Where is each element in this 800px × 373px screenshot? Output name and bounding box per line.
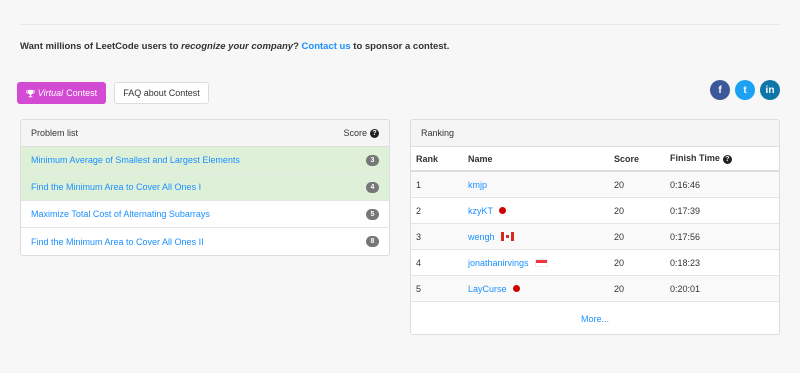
rank-cell: 1 <box>416 179 422 190</box>
score-header-label: Score <box>343 127 367 138</box>
table-row: 4 jonathanirvings 20 0:18:23 <box>411 250 779 276</box>
score-badge: 5 <box>366 208 379 220</box>
problem-list-title: Problem list <box>31 128 79 138</box>
virtual-label: Virtual <box>37 88 64 98</box>
score-cell: 20 <box>614 205 625 216</box>
contest-label: Contest <box>66 88 98 98</box>
sponsor-emphasis: recognize your company <box>181 41 294 52</box>
table-row: 3 wengh 20 0:17:56 <box>411 224 779 250</box>
ranking-rows: 1 kmjp 20 0:16:46 2 kzyKT 20 0:17:39 3 w… <box>411 172 779 302</box>
problem-list-header: Problem list Score? <box>21 120 389 147</box>
problem-row[interactable]: Find the Minimum Area to Cover All Ones … <box>21 228 389 255</box>
rank-cell: 4 <box>416 257 422 268</box>
rank-cell: 2 <box>416 205 422 216</box>
sponsor-text-middle: ? <box>293 41 302 52</box>
score-column-header: Score <box>614 153 640 164</box>
score-badge: 3 <box>366 154 379 166</box>
user-name-link[interactable]: jonathanirvings <box>468 258 529 268</box>
virtual-contest-button[interactable]: Virtual Contest <box>17 82 106 104</box>
score-cell: 20 <box>614 283 625 294</box>
ranking-header: Ranking <box>411 120 779 147</box>
question-circle-icon[interactable]: ? <box>370 129 379 139</box>
sponsor-banner: Want millions of LeetCode users to recog… <box>20 41 449 52</box>
finish-time-column-header: Finish Time? <box>670 153 770 164</box>
rank-cell: 5 <box>416 283 422 294</box>
problem-list-panel: Problem list Score? Minimum Average of S… <box>20 119 390 256</box>
problem-title-link[interactable]: Find the Minimum Area to Cover All Ones … <box>31 237 204 247</box>
score-header: Score? <box>343 127 379 139</box>
facebook-share-icon[interactable]: f <box>710 80 730 100</box>
table-row: 1 kmjp 20 0:16:46 <box>411 172 779 198</box>
sponsor-text: Want millions of LeetCode users to <box>20 41 182 52</box>
finish-time-cell: 0:17:39 <box>670 205 701 216</box>
name-column-header: Name <box>468 153 493 164</box>
problem-row[interactable]: Minimum Average of Smallest and Largest … <box>21 147 389 174</box>
sponsor-text-suffix: to sponsor a contest. <box>350 41 450 52</box>
table-row: 2 kzyKT 20 0:17:39 <box>411 198 779 224</box>
rank-column-header: Rank <box>416 153 439 164</box>
score-cell: 20 <box>614 179 625 190</box>
score-badge: 8 <box>366 236 379 247</box>
score-cell: 20 <box>614 231 625 242</box>
trophy-icon <box>25 89 35 97</box>
problem-title-link[interactable]: Find the Minimum Area to Cover All Ones … <box>31 182 201 192</box>
contact-us-link[interactable]: Contact us <box>302 41 351 52</box>
table-row: 5 LayCurse 20 0:20:01 <box>411 276 779 302</box>
user-name-link[interactable]: kmjp <box>468 180 487 190</box>
rank-cell: 3 <box>416 231 422 242</box>
user-name-link[interactable]: wengh <box>468 232 495 242</box>
finish-time-cell: 0:18:23 <box>670 257 701 268</box>
score-badge: 4 <box>366 181 379 193</box>
problem-title-link[interactable]: Minimum Average of Smallest and Largest … <box>31 155 240 165</box>
question-circle-icon[interactable]: ? <box>722 154 732 164</box>
linkedin-share-icon[interactable]: in <box>760 80 780 100</box>
canada-flag-icon <box>500 232 514 241</box>
finish-time-cell: 0:20:01 <box>670 283 701 294</box>
top-divider <box>20 24 780 25</box>
more-link[interactable]: More... <box>411 302 779 334</box>
ranking-title: Ranking <box>421 128 455 138</box>
japan-flag-icon <box>499 207 507 214</box>
singapore-flag-icon <box>534 258 548 267</box>
ranking-panel: Ranking Rank Name Score Finish Time? 1 k… <box>410 119 780 335</box>
problem-title-link[interactable]: Maximize Total Cost of Alternating Subar… <box>31 209 210 219</box>
score-cell: 20 <box>614 257 625 268</box>
finish-time-cell: 0:17:56 <box>670 231 701 242</box>
problem-row[interactable]: Maximize Total Cost of Alternating Subar… <box>21 201 389 228</box>
user-name-link[interactable]: LayCurse <box>468 284 507 294</box>
twitter-share-icon[interactable]: t <box>735 80 755 100</box>
japan-flag-icon <box>512 285 520 292</box>
faq-button[interactable]: FAQ about Contest <box>114 82 209 104</box>
finish-time-cell: 0:16:46 <box>670 179 701 190</box>
user-name-link[interactable]: kzyKT <box>468 206 493 216</box>
problem-row[interactable]: Find the Minimum Area to Cover All Ones … <box>21 174 389 201</box>
ranking-table-header: Rank Name Score Finish Time? <box>411 147 779 172</box>
finish-time-label: Finish Time <box>670 153 720 164</box>
